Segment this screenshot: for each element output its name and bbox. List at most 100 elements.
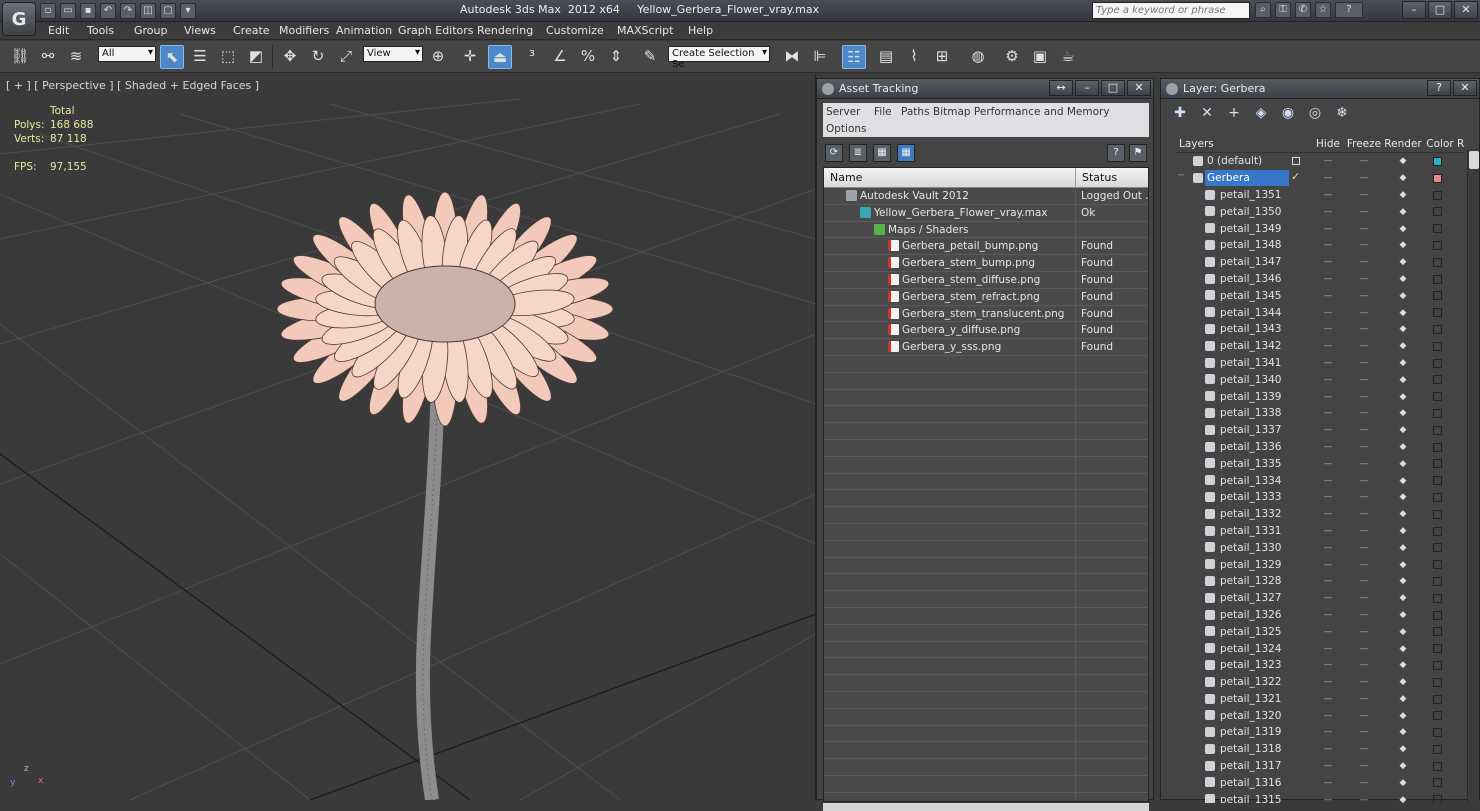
render-teapot-icon[interactable]: ◆ xyxy=(1383,372,1423,388)
hide-toggle[interactable]: — xyxy=(1311,741,1345,757)
close-icon[interactable]: ✕ xyxy=(1453,80,1477,96)
qat-dropdown-icon[interactable]: ▾ xyxy=(180,3,196,19)
hide-toggle[interactable]: — xyxy=(1311,573,1345,589)
maximize-icon[interactable]: □ xyxy=(1428,1,1452,19)
layer-color-swatch[interactable] xyxy=(1433,660,1442,670)
asset-row[interactable]: Gerbera_y_diffuse.png Found xyxy=(824,322,1148,340)
render-teapot-icon[interactable]: ◆ xyxy=(1383,724,1423,740)
unlink-icon[interactable]: ⚯ xyxy=(36,45,60,69)
hide-toggle[interactable]: — xyxy=(1311,624,1345,640)
freeze-toggle[interactable]: — xyxy=(1345,456,1383,472)
hide-toggle[interactable]: — xyxy=(1311,221,1345,237)
subscription-icon[interactable]: ⚿ xyxy=(1275,2,1291,18)
freeze-toggle[interactable]: — xyxy=(1345,523,1383,539)
layer-row[interactable]: petail_1332— — ◆ xyxy=(1175,506,1465,523)
freeze-toggle[interactable]: — xyxy=(1345,405,1383,421)
add-selected-to-layer-icon[interactable]: + xyxy=(1225,103,1243,123)
freeze-toggle[interactable]: — xyxy=(1345,573,1383,589)
help-options-icon[interactable]: ⚑ xyxy=(1129,144,1147,162)
freeze-toggle[interactable]: — xyxy=(1345,489,1383,505)
layer-row[interactable]: petail_1324— — ◆ xyxy=(1175,640,1465,657)
hide-toggle[interactable]: — xyxy=(1311,153,1345,169)
hold-icon[interactable]: ◫ xyxy=(140,3,156,19)
layer-color-swatch[interactable] xyxy=(1433,593,1442,603)
layer-row[interactable]: petail_1350— — ◆ xyxy=(1175,203,1465,220)
hide-toggle[interactable]: — xyxy=(1311,170,1345,186)
layer-color-swatch[interactable] xyxy=(1433,207,1442,217)
active-layer-check-icon[interactable]: ✓ xyxy=(1291,170,1300,183)
select-by-name-icon[interactable]: ☰ xyxy=(188,45,212,69)
layer-color-swatch[interactable] xyxy=(1433,744,1442,754)
layer-color-swatch[interactable] xyxy=(1433,610,1442,620)
layer-row[interactable]: petail_1322— — ◆ xyxy=(1175,674,1465,691)
layer-row[interactable]: petail_1343— — ◆ xyxy=(1175,321,1465,338)
column-layers[interactable]: Layers xyxy=(1175,135,1311,152)
render-teapot-icon[interactable]: ◆ xyxy=(1383,708,1423,724)
hide-toggle[interactable]: — xyxy=(1311,271,1345,287)
layer-row[interactable]: petail_1331— — ◆ xyxy=(1175,523,1465,540)
layer-color-swatch[interactable] xyxy=(1433,778,1442,788)
freeze-toggle[interactable]: — xyxy=(1345,540,1383,556)
render-teapot-icon[interactable]: ◆ xyxy=(1383,792,1423,803)
menu-rendering[interactable]: Rendering xyxy=(477,24,533,37)
minimize-icon[interactable]: – xyxy=(1075,80,1099,96)
freeze-toggle[interactable]: — xyxy=(1345,170,1383,186)
render-teapot-icon[interactable]: ◆ xyxy=(1383,506,1423,522)
layer-row[interactable]: petail_1318— — ◆ xyxy=(1175,741,1465,758)
freeze-toggle[interactable]: — xyxy=(1345,422,1383,438)
menu-tools[interactable]: Tools xyxy=(87,24,114,37)
render-teapot-icon[interactable]: ◆ xyxy=(1383,741,1423,757)
render-teapot-icon[interactable]: ◆ xyxy=(1383,590,1423,606)
layer-color-swatch[interactable] xyxy=(1433,240,1442,250)
app-logo-icon[interactable]: G xyxy=(2,2,36,36)
column-color[interactable]: Color xyxy=(1423,135,1457,152)
hide-toggle[interactable]: — xyxy=(1311,305,1345,321)
angle-snap-icon[interactable]: ∠ xyxy=(548,45,572,69)
freeze-toggle[interactable]: — xyxy=(1345,607,1383,623)
render-teapot-icon[interactable]: ◆ xyxy=(1383,607,1423,623)
layer-row[interactable]: petail_1342— — ◆ xyxy=(1175,338,1465,355)
freeze-toggle[interactable]: — xyxy=(1345,271,1383,287)
layer-row[interactable]: petail_1327— — ◆ xyxy=(1175,590,1465,607)
save-icon[interactable]: ▪ xyxy=(80,3,96,19)
layer-row[interactable]: petail_1319— — ◆ xyxy=(1175,724,1465,741)
hide-toggle[interactable]: — xyxy=(1311,557,1345,573)
asset-row[interactable]: Gerbera_stem_bump.png Found xyxy=(824,255,1148,272)
freeze-toggle[interactable]: — xyxy=(1345,204,1383,220)
hide-toggle[interactable]: — xyxy=(1311,489,1345,505)
render-teapot-icon[interactable]: ◆ xyxy=(1383,473,1423,489)
render-teapot-icon[interactable]: ◆ xyxy=(1383,153,1423,169)
freeze-toggle[interactable]: — xyxy=(1345,153,1383,169)
layer-color-swatch[interactable] xyxy=(1433,677,1442,687)
hide-toggle[interactable]: — xyxy=(1311,792,1345,803)
layer-row[interactable]: petail_1330— — ◆ xyxy=(1175,539,1465,556)
layer-row[interactable]: petail_1338— — ◆ xyxy=(1175,405,1465,422)
layer-color-swatch[interactable] xyxy=(1433,644,1442,654)
layer-row[interactable]: 0 (default) — — ◆ xyxy=(1175,153,1465,170)
layer-row[interactable]: petail_1349— — ◆ xyxy=(1175,220,1465,237)
layer-row[interactable]: petail_1341— — ◆ xyxy=(1175,355,1465,372)
named-selection-sets-dropdown[interactable]: Create Selection Se xyxy=(668,46,770,70)
render-teapot-icon[interactable]: ◆ xyxy=(1383,271,1423,287)
layer-color-swatch[interactable] xyxy=(1433,425,1442,435)
spinner-snap-icon[interactable]: ⇕ xyxy=(604,45,628,69)
hide-toggle[interactable]: — xyxy=(1311,590,1345,606)
freeze-toggle[interactable]: — xyxy=(1345,590,1383,606)
freeze-toggle[interactable]: — xyxy=(1345,674,1383,690)
freeze-toggle[interactable]: — xyxy=(1345,237,1383,253)
layer-row[interactable]: petail_1336— — ◆ xyxy=(1175,439,1465,456)
layer-color-swatch[interactable] xyxy=(1433,627,1442,637)
binoculars-icon[interactable]: ⌕ xyxy=(1255,2,1271,18)
layer-color-swatch[interactable] xyxy=(1433,795,1442,803)
help-icon[interactable]: ? xyxy=(1335,2,1363,18)
perspective-viewport[interactable]: [ + ] [ Perspective ] [ Shaded + Edged F… xyxy=(0,74,816,800)
layer-row[interactable]: petail_1339— — ◆ xyxy=(1175,388,1465,405)
freeze-toggle[interactable]: — xyxy=(1345,792,1383,803)
current-layer-box-icon[interactable] xyxy=(1292,157,1300,165)
freeze-toggle[interactable]: — xyxy=(1345,355,1383,371)
render-teapot-icon[interactable]: ◆ xyxy=(1383,456,1423,472)
layer-row[interactable]: petail_1344— — ◆ xyxy=(1175,304,1465,321)
layer-row[interactable]: petail_1347— — ◆ xyxy=(1175,254,1465,271)
render-teapot-icon[interactable]: ◆ xyxy=(1383,557,1423,573)
menu-bitmap-performance[interactable]: Bitmap Performance and Memory xyxy=(933,106,1110,118)
